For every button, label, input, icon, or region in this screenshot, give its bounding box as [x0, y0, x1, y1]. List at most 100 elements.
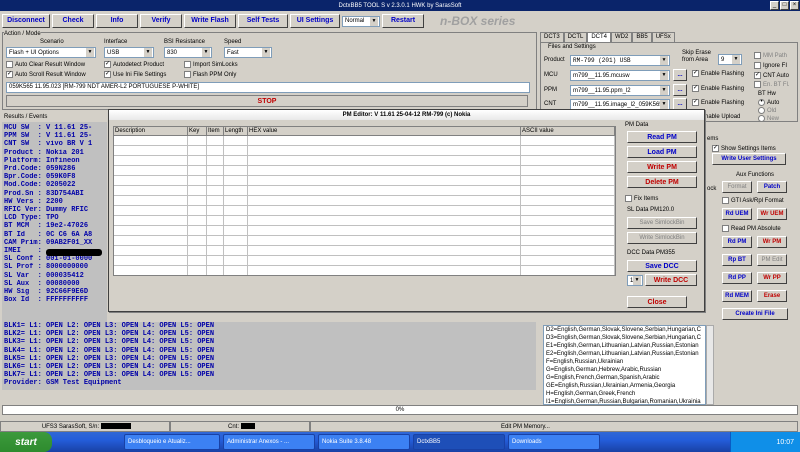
table-cell[interactable] [114, 226, 188, 235]
tab-wd2[interactable]: WD2 [611, 32, 633, 42]
start-button[interactable]: start [0, 432, 52, 452]
save-dcc-button[interactable]: Save DCC [627, 260, 697, 272]
pm-edit-button[interactable]: PM Edit [757, 254, 787, 266]
table-cell[interactable] [521, 186, 615, 195]
table-cell[interactable] [521, 136, 615, 145]
table-cell[interactable] [521, 156, 615, 165]
fix-items-checkbox[interactable]: Fix Items [625, 195, 658, 202]
task-dctxbb5[interactable]: DctxBB5 [413, 434, 505, 450]
restart-button[interactable]: Restart [382, 13, 424, 28]
table-cell[interactable] [521, 266, 615, 275]
table-cell[interactable] [224, 186, 248, 195]
table-row[interactable] [114, 256, 615, 266]
table-row[interactable] [114, 176, 615, 186]
table-cell[interactable] [248, 206, 521, 215]
erase-button[interactable]: Erase [757, 290, 787, 302]
language-item[interactable]: E1=English,German,Lithuanian,Latvian,Rus… [546, 342, 705, 350]
table-cell[interactable] [224, 146, 248, 155]
table-cell[interactable] [188, 156, 207, 165]
table-cell[interactable] [114, 256, 188, 265]
verify-button[interactable]: Verify [140, 13, 182, 28]
speed-select[interactable]: Fast [224, 47, 272, 58]
table-cell[interactable] [188, 216, 207, 225]
table-cell[interactable] [521, 146, 615, 155]
maximize-icon[interactable]: □ [780, 1, 789, 10]
table-cell[interactable] [224, 266, 248, 275]
scenario-select[interactable]: Flash + UI Options [6, 47, 96, 58]
delete-pm-button[interactable]: Delete PM [627, 176, 697, 188]
mm-path-checkbox[interactable]: MM Path [754, 52, 787, 59]
enable-flashing-ppm-checkbox[interactable]: ✓ Enable Flashing [692, 85, 744, 92]
table-cell[interactable] [248, 216, 521, 225]
wr-uem-button[interactable]: Wr UEM [757, 208, 787, 220]
task-administrar[interactable]: Administrar Anexos - ... [223, 434, 315, 450]
wr-pm-button[interactable]: Wr PM [757, 236, 787, 248]
table-cell[interactable] [248, 136, 521, 145]
table-cell[interactable] [114, 146, 188, 155]
interface-select[interactable]: USB [104, 47, 154, 58]
table-cell[interactable] [207, 136, 224, 145]
mode-select[interactable]: Normal [342, 15, 380, 27]
mcu-file-field[interactable]: m799__11.95.mcusw [570, 70, 670, 81]
table-row[interactable] [114, 136, 615, 146]
close-button[interactable]: Close [627, 296, 687, 308]
table-cell[interactable] [207, 216, 224, 225]
table-row[interactable] [114, 246, 615, 256]
info-button[interactable]: Info [96, 13, 138, 28]
table-row[interactable] [114, 156, 615, 166]
table-cell[interactable] [114, 216, 188, 225]
language-item[interactable]: H=English,German,Greek,French [546, 390, 705, 398]
table-cell[interactable] [188, 236, 207, 245]
show-settings-items-checkbox[interactable]: ✓ Show Settings Items [712, 145, 776, 152]
table-cell[interactable] [188, 166, 207, 175]
table-cell[interactable] [207, 166, 224, 175]
disconnect-button[interactable]: Disconnect [2, 13, 50, 28]
phone-info-combo[interactable]: 059K565 11.95.023 [RM-799 NDT AMER-L2 PO… [6, 82, 530, 93]
rp-bt-button[interactable]: Rp BT [722, 254, 752, 266]
table-cell[interactable] [521, 226, 615, 235]
table-cell[interactable] [114, 156, 188, 165]
skip-erase-select[interactable]: 9 [718, 54, 742, 65]
table-cell[interactable] [188, 146, 207, 155]
table-cell[interactable] [521, 206, 615, 215]
tab-dctl[interactable]: DCTL [563, 32, 588, 42]
language-item[interactable]: GE=English,Russian,Ukrainian,Armenia,Geo… [546, 382, 705, 390]
table-cell[interactable] [224, 226, 248, 235]
table-cell[interactable] [114, 186, 188, 195]
tab-dct4[interactable]: DCT4 [587, 32, 612, 42]
use-ini-checkbox[interactable]: ✓ Use Ini File Settings [104, 71, 166, 78]
task-downloads[interactable]: Downloads [508, 434, 600, 450]
table-cell[interactable] [224, 196, 248, 205]
format-button[interactable]: Format [722, 181, 752, 193]
rd-uem-button[interactable]: Rd UEM [722, 208, 752, 220]
table-row[interactable] [114, 206, 615, 216]
table-cell[interactable] [207, 226, 224, 235]
flash-ppm-checkbox[interactable]: Flash PPM Only [184, 71, 236, 78]
table-cell[interactable] [248, 166, 521, 175]
table-cell[interactable] [521, 256, 615, 265]
table-cell[interactable] [521, 246, 615, 255]
table-cell[interactable] [248, 236, 521, 245]
table-cell[interactable] [114, 266, 188, 275]
table-cell[interactable] [521, 236, 615, 245]
bt-new-radio[interactable]: New [758, 115, 779, 122]
table-cell[interactable] [207, 186, 224, 195]
table-cell[interactable] [207, 256, 224, 265]
language-item[interactable]: D3=English,German,Slovak,Slovene,Serbian… [546, 334, 705, 342]
write-dcc-button[interactable]: Write DCC [645, 274, 697, 286]
table-cell[interactable] [224, 206, 248, 215]
language-item[interactable]: G=English,French,German,Spanish,Arabic [546, 374, 705, 382]
scrollbar[interactable] [706, 325, 714, 405]
gti-checkbox[interactable]: GTI Ask/Rpl Format [722, 197, 784, 204]
ui-settings-button[interactable]: UI Settings [290, 13, 340, 28]
table-cell[interactable] [188, 196, 207, 205]
rd-pm-button[interactable]: Rd PM [722, 236, 752, 248]
table-cell[interactable] [224, 236, 248, 245]
table-row[interactable] [114, 216, 615, 226]
patch-button[interactable]: Patch [757, 181, 787, 193]
create-ini-button[interactable]: Create Ini File [722, 308, 788, 320]
table-cell[interactable] [224, 156, 248, 165]
auto-scroll-checkbox[interactable]: ✓ Auto Scroll Result Window [6, 71, 86, 78]
table-cell[interactable] [188, 136, 207, 145]
language-item[interactable]: G=English,German,Hebrew,Arabic,Russian [546, 366, 705, 374]
